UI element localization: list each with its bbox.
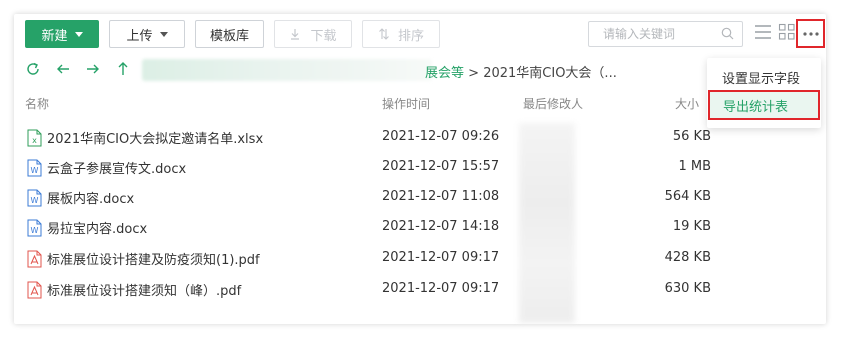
- file-size: 630 KB: [664, 281, 711, 296]
- column-header-name[interactable]: 名称: [25, 95, 49, 112]
- word-file-icon: W: [27, 159, 47, 177]
- blurred-path-segment: [142, 59, 432, 81]
- file-name[interactable]: 云盒子参展宣传文.docx: [47, 158, 186, 177]
- up-arrow-icon[interactable]: [116, 61, 130, 76]
- upload-button[interactable]: 上传: [109, 20, 185, 48]
- file-modified-time: 2021-12-07 09:17: [382, 281, 500, 296]
- file-size: 1 MB: [678, 159, 711, 174]
- search-input[interactable]: [603, 27, 715, 41]
- new-button-label: 新建: [41, 28, 68, 44]
- column-header-size[interactable]: 大小: [675, 95, 699, 112]
- column-header-time[interactable]: 操作时间: [382, 95, 430, 112]
- pdf-file-icon: [27, 250, 47, 268]
- svg-text:W: W: [31, 166, 39, 175]
- search-box: [588, 21, 743, 47]
- breadcrumb: 展会等 > 2021华南CIO大会（...: [425, 62, 617, 81]
- file-row-name[interactable]: 标准展位设计搭建须知（峰）.pdf: [27, 280, 241, 299]
- column-header-modifier[interactable]: 最后修改人: [523, 95, 583, 112]
- sort-button[interactable]: 排序: [362, 20, 440, 48]
- more-options-menu: 设置显示字段 导出统计表: [707, 58, 821, 128]
- file-modified-time: 2021-12-07 14:18: [382, 219, 500, 234]
- word-file-icon: W: [27, 189, 47, 207]
- file-name[interactable]: 2021华南CIO大会拟定邀请名单.xlsx: [47, 128, 263, 147]
- file-name[interactable]: 展板内容.docx: [47, 188, 134, 207]
- file-size: 564 KB: [664, 189, 711, 204]
- file-modified-time: 2021-12-07 09:26: [382, 129, 500, 144]
- breadcrumb-current: 2021华南CIO大会（...: [483, 66, 617, 81]
- grid-view-icon[interactable]: [778, 22, 796, 42]
- file-modified-time: 2021-12-07 15:57: [382, 159, 500, 174]
- more-options-button[interactable]: [796, 19, 825, 48]
- file-row-name[interactable]: W 展板内容.docx: [27, 188, 134, 207]
- pdf-file-icon: [27, 281, 47, 299]
- download-icon: [291, 29, 300, 40]
- refresh-icon[interactable]: [25, 61, 41, 77]
- file-name[interactable]: 标准展位设计搭建及防疫须知(1).pdf: [47, 249, 260, 268]
- file-size: 428 KB: [664, 250, 711, 265]
- search-icon[interactable]: [721, 27, 734, 40]
- download-button[interactable]: 下载: [274, 20, 352, 48]
- svg-text:W: W: [31, 226, 39, 235]
- more-dots-icon: [802, 31, 819, 36]
- menu-item-display-fields[interactable]: 设置显示字段: [707, 62, 821, 92]
- back-arrow-icon[interactable]: [56, 62, 70, 76]
- file-row-name[interactable]: 标准展位设计搭建及防疫须知(1).pdf: [27, 249, 260, 268]
- file-name[interactable]: 标准展位设计搭建须知（峰）.pdf: [47, 280, 241, 299]
- file-row-name[interactable]: W 云盒子参展宣传文.docx: [27, 158, 186, 177]
- chevron-down-icon: [159, 31, 168, 37]
- new-button[interactable]: 新建: [25, 20, 99, 48]
- menu-item-export-statistics[interactable]: 导出统计表: [708, 90, 820, 120]
- file-row-name[interactable]: x 2021华南CIO大会拟定邀请名单.xlsx: [27, 128, 263, 147]
- excel-file-icon: x: [27, 129, 47, 147]
- chevron-down-icon: [74, 31, 83, 37]
- file-modified-time: 2021-12-07 11:08: [382, 189, 500, 204]
- file-size: 56 KB: [672, 129, 711, 144]
- file-modified-time: 2021-12-07 09:17: [382, 250, 500, 265]
- word-file-icon: W: [27, 219, 47, 237]
- template-library-button[interactable]: 模板库: [195, 20, 264, 48]
- upload-button-label: 上传: [126, 28, 153, 44]
- svg-text:x: x: [32, 136, 37, 145]
- forward-arrow-icon[interactable]: [86, 62, 100, 76]
- sort-icon: [379, 28, 389, 40]
- file-row-name[interactable]: W 易拉宝内容.docx: [27, 218, 147, 237]
- download-button-label: 下载: [310, 28, 337, 44]
- sort-button-label: 排序: [397, 28, 424, 44]
- svg-text:W: W: [31, 196, 39, 205]
- template-library-label: 模板库: [209, 28, 249, 44]
- list-view-icon[interactable]: [754, 22, 772, 42]
- breadcrumb-parent-link[interactable]: 展会等: [425, 66, 464, 81]
- breadcrumb-separator: >: [468, 66, 480, 81]
- file-size: 19 KB: [672, 219, 711, 234]
- blurred-modifier-column: [519, 123, 575, 323]
- file-name[interactable]: 易拉宝内容.docx: [47, 218, 147, 237]
